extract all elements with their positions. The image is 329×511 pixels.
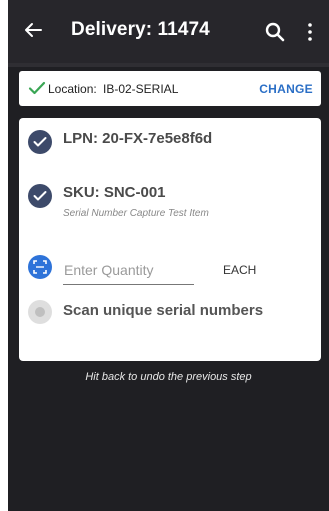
uom-label: EACH (223, 263, 257, 277)
location-bar: Location: IB-02-SERIAL CHANGE (19, 71, 321, 106)
app-screen: Delivery: 11474 Location: IB-02-SERIAL C… (8, 0, 329, 511)
serial-step-label: Scan unique serial numbers (63, 302, 264, 319)
page-title: Delivery: 11474 (71, 19, 210, 40)
arrow-left-icon[interactable] (22, 19, 44, 41)
serial-pending-radio-icon (28, 300, 52, 324)
app-bar: Delivery: 11474 (8, 0, 329, 63)
sku-done-check-icon (28, 184, 52, 208)
location-value: IB-02-SERIAL (103, 82, 179, 96)
quantity-input[interactable] (63, 258, 194, 285)
undo-hint: Hit back to undo the previous step (85, 371, 252, 383)
more-vert-icon[interactable] (305, 21, 315, 43)
sku-description: Serial Number Capture Test Item (63, 208, 209, 219)
barcode-scan-icon[interactable] (28, 255, 52, 279)
appbar-divider (8, 63, 329, 67)
check-icon (28, 80, 46, 96)
lpn-done-check-icon (28, 130, 52, 154)
step-card (19, 118, 321, 361)
sku-step-label: SKU: SNC-001 (63, 184, 166, 201)
lpn-step-label: LPN: 20-FX-7e5e8f6d (63, 130, 213, 147)
search-icon[interactable] (264, 21, 286, 43)
location-label: Location: (48, 82, 97, 96)
change-location-button[interactable]: CHANGE (259, 82, 313, 96)
